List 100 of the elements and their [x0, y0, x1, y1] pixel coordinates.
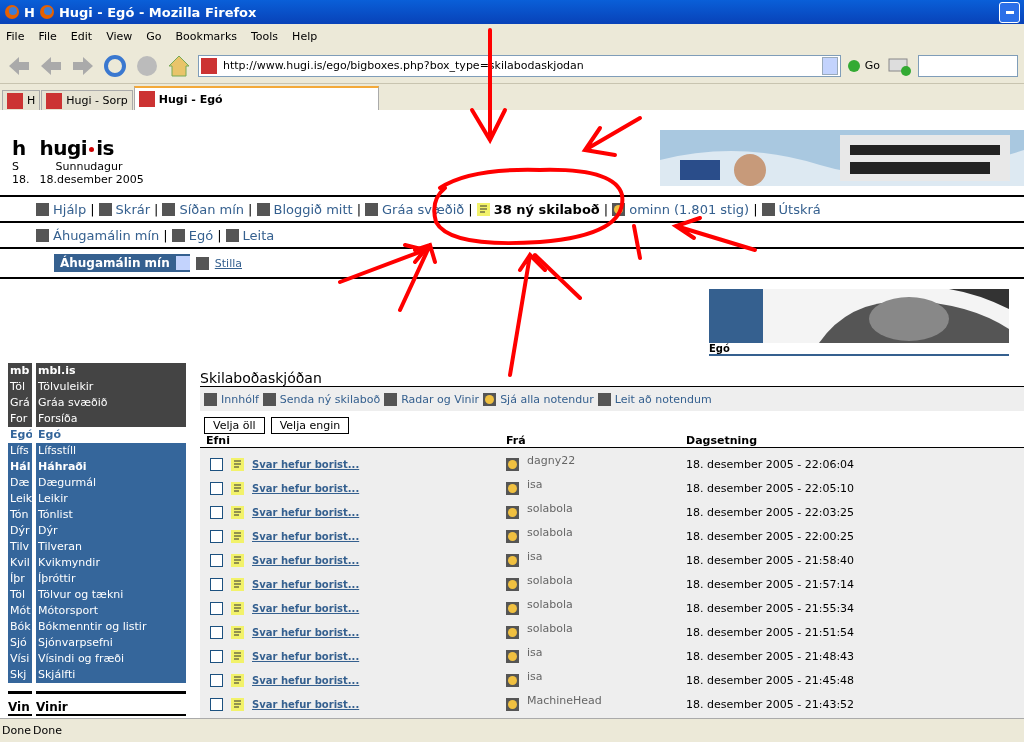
menu-item[interactable]: Help: [292, 29, 318, 43]
sidebar-item[interactable]: Vísindi og fræði: [36, 651, 186, 667]
reload-icon[interactable]: [102, 52, 128, 79]
note-icon: [231, 529, 244, 543]
nav-link[interactable]: Útskrá: [778, 201, 821, 217]
nav-link[interactable]: Skrár: [115, 201, 151, 217]
nav-link[interactable]: Bloggið mitt: [273, 201, 353, 217]
checkbox[interactable]: [210, 697, 223, 711]
sidebar-item[interactable]: Tilveran: [36, 539, 186, 555]
toolbar-link[interactable]: Leit að notendum: [614, 392, 712, 406]
sidebar-item[interactable]: Dæ: [8, 475, 32, 491]
select-button[interactable]: Velja engin: [270, 417, 350, 434]
checkbox[interactable]: [210, 481, 223, 495]
sidebar-item[interactable]: Háhraði: [36, 459, 186, 475]
sidebar-item[interactable]: Mót: [8, 603, 32, 619]
sidebar-item[interactable]: Gráa svæðið: [36, 395, 186, 411]
menu-item[interactable]: Edit: [70, 29, 93, 43]
sidebar-item[interactable]: Hál: [8, 459, 32, 475]
sidebar-item[interactable]: Tónlist: [36, 507, 186, 523]
select-button[interactable]: Velja öll: [204, 417, 265, 434]
checkbox[interactable]: [210, 601, 223, 615]
subject-link[interactable]: Svar hefur borist...: [252, 674, 360, 686]
sidebar-item[interactable]: Grá: [8, 395, 32, 411]
menu-item[interactable]: File: [38, 29, 57, 43]
menu-item[interactable]: File: [6, 29, 25, 43]
sidebar-item[interactable]: Sjónvarpsefni: [36, 635, 186, 651]
sidebar-item[interactable]: Egó: [8, 427, 32, 443]
sidebar-item[interactable]: mbl.is: [36, 363, 186, 379]
subject-link[interactable]: Svar hefur borist...: [252, 602, 360, 614]
subject-link[interactable]: Svar hefur borist...: [252, 554, 360, 566]
menu-item[interactable]: Bookmarks: [175, 29, 237, 43]
subject-link[interactable]: Svar hefur borist...: [252, 506, 360, 518]
subject-link[interactable]: Svar hefur borist...: [252, 578, 360, 590]
menu-item[interactable]: Go: [146, 29, 162, 43]
note-icon: [231, 673, 244, 687]
sidebar-item[interactable]: Sjó: [8, 635, 32, 651]
sidebar-item[interactable]: Dýr: [8, 523, 32, 539]
checkbox[interactable]: [210, 577, 223, 591]
subject-link[interactable]: Svar hefur borist...: [252, 626, 360, 638]
toolbar-link[interactable]: Radar og Vinir: [401, 392, 480, 406]
subject-link[interactable]: Svar hefur borist...: [252, 650, 360, 662]
subject-link[interactable]: Svar hefur borist...: [252, 530, 360, 542]
sidebar-item[interactable]: Bók: [8, 619, 32, 635]
sidebar-item[interactable]: Tölvuleikir: [36, 379, 186, 395]
tab[interactable]: Hugi - Egó: [133, 86, 379, 110]
nav-link[interactable]: Síðan mín: [179, 201, 245, 217]
messages-link[interactable]: 38 ný skilaboð: [493, 201, 600, 217]
subject-link[interactable]: Svar hefur borist...: [252, 458, 360, 470]
sidebar-item[interactable]: Kvikmyndir: [36, 555, 186, 571]
sidebar-item[interactable]: Skjálfti: [36, 667, 186, 683]
sidebar-item[interactable]: Tón: [8, 507, 32, 523]
sidebar-item[interactable]: Leikir: [36, 491, 186, 507]
checkbox[interactable]: [210, 649, 223, 663]
menu-item[interactable]: Tools: [251, 29, 279, 43]
subject-link[interactable]: Svar hefur borist...: [252, 698, 360, 710]
checkbox[interactable]: [210, 529, 223, 543]
sender-name: solabola: [527, 597, 573, 611]
toolbar-link[interactable]: Innhólf: [221, 392, 259, 406]
menu-item[interactable]: View: [106, 29, 133, 43]
nav-link[interactable]: Egó: [188, 227, 214, 243]
checkbox[interactable]: [210, 673, 223, 687]
interest-select[interactable]: Áhugamálin mín: [54, 254, 190, 272]
sidebar-item[interactable]: Lífs: [8, 443, 32, 459]
note-icon: [231, 601, 244, 615]
go-button[interactable]: Go: [846, 58, 880, 73]
toolbar-link[interactable]: Senda ný skilaboð: [279, 392, 381, 406]
sidebar-item[interactable]: Töl: [8, 379, 32, 395]
search-field[interactable]: [918, 54, 1018, 77]
checkbox[interactable]: [210, 457, 223, 471]
settings-link[interactable]: Stilla: [214, 256, 242, 270]
sidebar-item[interactable]: Kvil: [8, 555, 32, 571]
sidebar-item[interactable]: Töl: [8, 587, 32, 603]
subject-link[interactable]: Svar hefur borist...: [252, 482, 360, 494]
toolbar-link[interactable]: Sjá alla notendur: [500, 392, 594, 406]
nav-link[interactable]: Áhugamálin mín: [53, 227, 160, 243]
sidebar-item[interactable]: For: [8, 411, 32, 427]
checkbox[interactable]: [210, 505, 223, 519]
sidebar-item[interactable]: Leik: [8, 491, 32, 507]
checkbox[interactable]: [210, 625, 223, 639]
sidebar-item[interactable]: Vísi: [8, 651, 32, 667]
sidebar-item[interactable]: Lífsstíll: [36, 443, 186, 459]
checkbox[interactable]: [210, 553, 223, 567]
sidebar-item[interactable]: Skj: [8, 667, 32, 683]
sidebar-item[interactable]: Mótorsport: [36, 603, 186, 619]
sender-name: isa: [527, 669, 543, 683]
nav-link[interactable]: Hjálp: [53, 201, 87, 217]
sidebar-item[interactable]: Íþróttir: [36, 571, 186, 587]
sidebar-item[interactable]: Tölvur og tækni: [36, 587, 186, 603]
sidebar-item[interactable]: Íþr: [8, 571, 32, 587]
sidebar-item[interactable]: Dægurmál: [36, 475, 186, 491]
sidebar-item[interactable]: Forsíða: [36, 411, 186, 427]
tab[interactable]: Hugi - Sorp: [41, 90, 133, 110]
tab[interactable]: H: [2, 90, 41, 110]
sidebar-item[interactable]: Dýr: [36, 523, 186, 539]
sidebar-item[interactable]: Bókmenntir og listir: [36, 619, 186, 635]
user-link[interactable]: ominn: [629, 201, 670, 217]
sidebar-item[interactable]: Tilv: [8, 539, 32, 555]
nav-link[interactable]: Leita: [242, 227, 275, 243]
sidebar-item[interactable]: mb: [8, 363, 32, 379]
minimize-button[interactable]: [999, 1, 1020, 23]
